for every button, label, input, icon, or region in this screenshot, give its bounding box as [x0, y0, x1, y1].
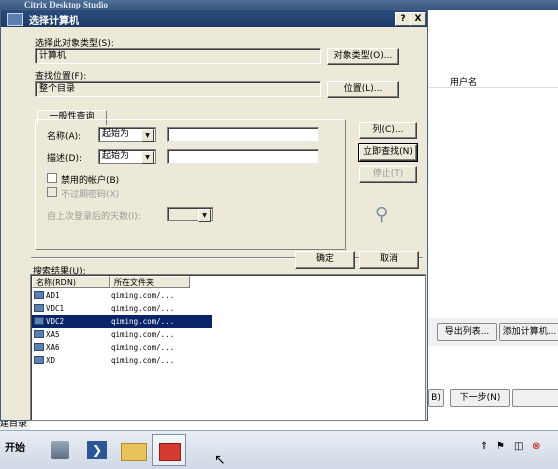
mouse-cursor-icon: ↖ — [214, 452, 226, 468]
disabled-accounts-label: 禁用的帐户(B) — [61, 176, 120, 186]
computer-icon — [34, 317, 44, 325]
description-operator-select[interactable]: 起始为 ▼ — [98, 149, 156, 164]
description-input[interactable] — [167, 149, 319, 164]
search-results-list[interactable]: 名称(RDN) 所在文件夹 AD1 qiming.com/... VDC1 qimin… — [30, 274, 426, 421]
row-folder: qiming.com/... — [111, 343, 175, 352]
computer-icon — [34, 330, 44, 338]
column-header-name[interactable]: 名称(RDN) — [32, 276, 110, 288]
dialog-title: 选择计算机 — [29, 16, 79, 27]
name-operator-select[interactable]: 起始为 ▼ — [98, 127, 156, 142]
non-expiring-password-checkbox[interactable] — [47, 187, 57, 197]
description-label: 描述(D): — [47, 154, 82, 164]
days-since-login-select[interactable]: ▼ — [167, 207, 213, 222]
object-type-button[interactable]: 对象类型(O)... — [327, 48, 399, 65]
next-button[interactable]: 下一步(N) — [450, 389, 510, 407]
name-input[interactable] — [167, 127, 319, 142]
table-row[interactable]: VDC1 qiming.com/... — [32, 302, 212, 315]
row-name: XD — [46, 356, 56, 365]
flag-icon[interactable]: ⚑ — [496, 441, 505, 452]
explorer-folder-icon[interactable] — [116, 434, 150, 466]
stop-button[interactable]: 停止(T) — [359, 166, 417, 183]
add-computer-button[interactable]: 添加计算机... — [499, 323, 558, 341]
cancel-button[interactable]: 取消 — [359, 251, 419, 269]
chevron-down-icon[interactable]: ▼ — [141, 129, 154, 142]
table-row[interactable]: AD1 qiming.com/... — [32, 289, 212, 302]
background-extra-button[interactable] — [512, 389, 558, 407]
computer-icon — [34, 304, 44, 312]
background-button-bar: 导出列表... 添加计算机... — [425, 318, 558, 346]
find-now-button[interactable]: 立即查找(N) — [358, 143, 418, 162]
dialog-app-icon — [7, 13, 23, 26]
chevron-down-icon[interactable]: ▼ — [198, 209, 211, 222]
non-expiring-password-label: 不过期密码(X) — [61, 190, 120, 200]
username-column-label: 用户名 — [450, 78, 478, 88]
column-header-folder[interactable]: 所在文件夹 — [110, 276, 190, 288]
start-label: 开始 — [5, 443, 25, 454]
dialog-title-bar[interactable]: 选择计算机 ? X — [1, 10, 427, 27]
tray-chevron-icon[interactable]: ⇑ — [480, 441, 488, 452]
table-row[interactable]: XA6 qiming.com/... — [32, 341, 212, 354]
location-button[interactable]: 位置(L)... — [327, 81, 399, 98]
back-button[interactable]: B) — [428, 389, 444, 407]
row-folder: qiming.com/... — [111, 317, 175, 326]
row-name: VDC2 — [46, 317, 65, 326]
row-folder: qiming.com/... — [111, 330, 175, 339]
ok-button[interactable]: 确定 — [295, 251, 355, 269]
object-type-field: 计算机 — [35, 48, 321, 64]
table-row[interactable]: XD qiming.com/... — [32, 354, 212, 367]
disabled-accounts-checkbox[interactable] — [47, 173, 57, 183]
close-button[interactable]: X — [410, 12, 426, 26]
username-column-header[interactable]: 用户名 — [428, 73, 558, 88]
computer-icon — [34, 291, 44, 299]
table-row[interactable]: XA5 qiming.com/... — [32, 328, 212, 341]
server-manager-icon[interactable] — [44, 434, 78, 466]
table-row[interactable]: VDC2 qiming.com/... — [32, 315, 212, 328]
toolbox-icon[interactable] — [152, 434, 186, 466]
computer-icon — [34, 356, 44, 364]
row-name: AD1 — [46, 291, 60, 300]
name-operator-value: 起始为 — [102, 129, 130, 139]
network-icon[interactable]: ◫ — [514, 441, 523, 452]
row-name: VDC1 — [46, 304, 65, 313]
columns-button[interactable]: 列(C)... — [359, 122, 417, 139]
row-name: XA6 — [46, 343, 60, 352]
taskbar: 开始 ❯ ⇑ ⚑ ◫ ⊗ — [0, 430, 558, 469]
export-list-button[interactable]: 导出列表... — [437, 323, 497, 341]
location-field: 整个目录 — [35, 81, 321, 97]
row-name: XA5 — [46, 330, 60, 339]
search-icon: ⚲ — [375, 204, 389, 225]
computer-icon — [34, 343, 44, 351]
row-folder: qiming.com/... — [111, 304, 175, 313]
days-since-login-label: 自上次登录后的天数(I): — [47, 212, 141, 222]
volume-icon[interactable]: ⊗ — [532, 441, 540, 452]
row-folder: qiming.com/... — [111, 291, 175, 300]
chevron-down-icon[interactable]: ▼ — [141, 151, 154, 164]
name-label: 名称(A): — [47, 132, 82, 142]
description-operator-value: 起始为 — [102, 151, 130, 161]
row-folder: qiming.com/... — [111, 356, 175, 365]
help-button[interactable]: ? — [395, 12, 411, 26]
start-button[interactable]: 开始 — [0, 434, 30, 464]
powershell-icon[interactable]: ❯ — [80, 434, 114, 466]
